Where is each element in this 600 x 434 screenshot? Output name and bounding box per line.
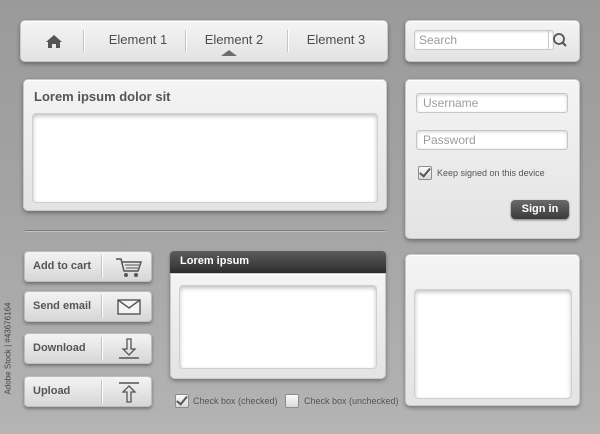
text-panel: Lorem ipsum dolor sit	[23, 79, 387, 211]
sign-in-button[interactable]: Sign in	[511, 200, 569, 219]
nav-item-element-2[interactable]: Element 2	[191, 32, 277, 47]
add-to-cart-button[interactable]: Add to cart	[24, 251, 152, 282]
divider	[25, 230, 385, 231]
button-separator	[101, 380, 102, 403]
checkbox-checked-label: Check box (checked)	[193, 396, 278, 406]
right-panel	[405, 254, 580, 406]
download-icon	[113, 337, 145, 361]
dark-panel-header: Lorem ipsum	[170, 251, 386, 273]
checkbox-checked[interactable]	[175, 394, 189, 408]
dark-panel-body	[170, 273, 386, 379]
dark-panel-title: Lorem ipsum	[180, 255, 250, 267]
search-panel	[405, 20, 580, 62]
download-button[interactable]: Download	[24, 333, 152, 364]
search-button[interactable]	[548, 30, 571, 50]
nav-item-element-3[interactable]: Element 3	[293, 32, 379, 47]
upload-label: Upload	[33, 385, 71, 397]
search-icon	[553, 33, 567, 47]
button-separator	[101, 337, 102, 360]
checkbox-unchecked-label: Check box (unchecked)	[304, 396, 399, 406]
text-panel-title: Lorem ipsum dolor sit	[34, 89, 171, 104]
nav-separator	[287, 30, 288, 52]
username-field[interactable]	[416, 93, 568, 113]
keep-signed-checkbox[interactable]	[418, 166, 432, 180]
right-panel-text-area[interactable]	[414, 289, 572, 399]
nav-separator	[185, 30, 186, 52]
text-area[interactable]	[32, 113, 378, 203]
home-icon[interactable]	[41, 31, 67, 51]
keep-signed-label: Keep signed on this device	[437, 168, 545, 178]
search-input[interactable]	[414, 30, 554, 50]
password-field[interactable]	[416, 130, 568, 150]
send-email-button[interactable]: Send email	[24, 291, 152, 322]
checkbox-unchecked[interactable]	[285, 394, 299, 408]
dark-panel-text-area[interactable]	[179, 285, 377, 369]
cart-icon	[113, 255, 145, 279]
add-to-cart-label: Add to cart	[33, 260, 92, 272]
nav-item-element-1[interactable]: Element 1	[93, 32, 183, 47]
active-indicator-caret	[221, 50, 237, 56]
send-email-label: Send email	[33, 300, 92, 312]
download-label: Download	[33, 342, 86, 354]
upload-icon	[113, 380, 145, 404]
button-separator	[101, 295, 102, 318]
login-panel: Keep signed on this device Sign in	[405, 79, 580, 239]
button-separator	[101, 255, 102, 278]
side-watermark-text: Adobe Stock | #43676164	[3, 302, 13, 395]
upload-button[interactable]: Upload	[24, 376, 152, 407]
nav-bar: Element 1 Element 2 Element 3	[20, 20, 388, 62]
envelope-icon	[113, 295, 145, 319]
nav-separator	[83, 30, 84, 52]
